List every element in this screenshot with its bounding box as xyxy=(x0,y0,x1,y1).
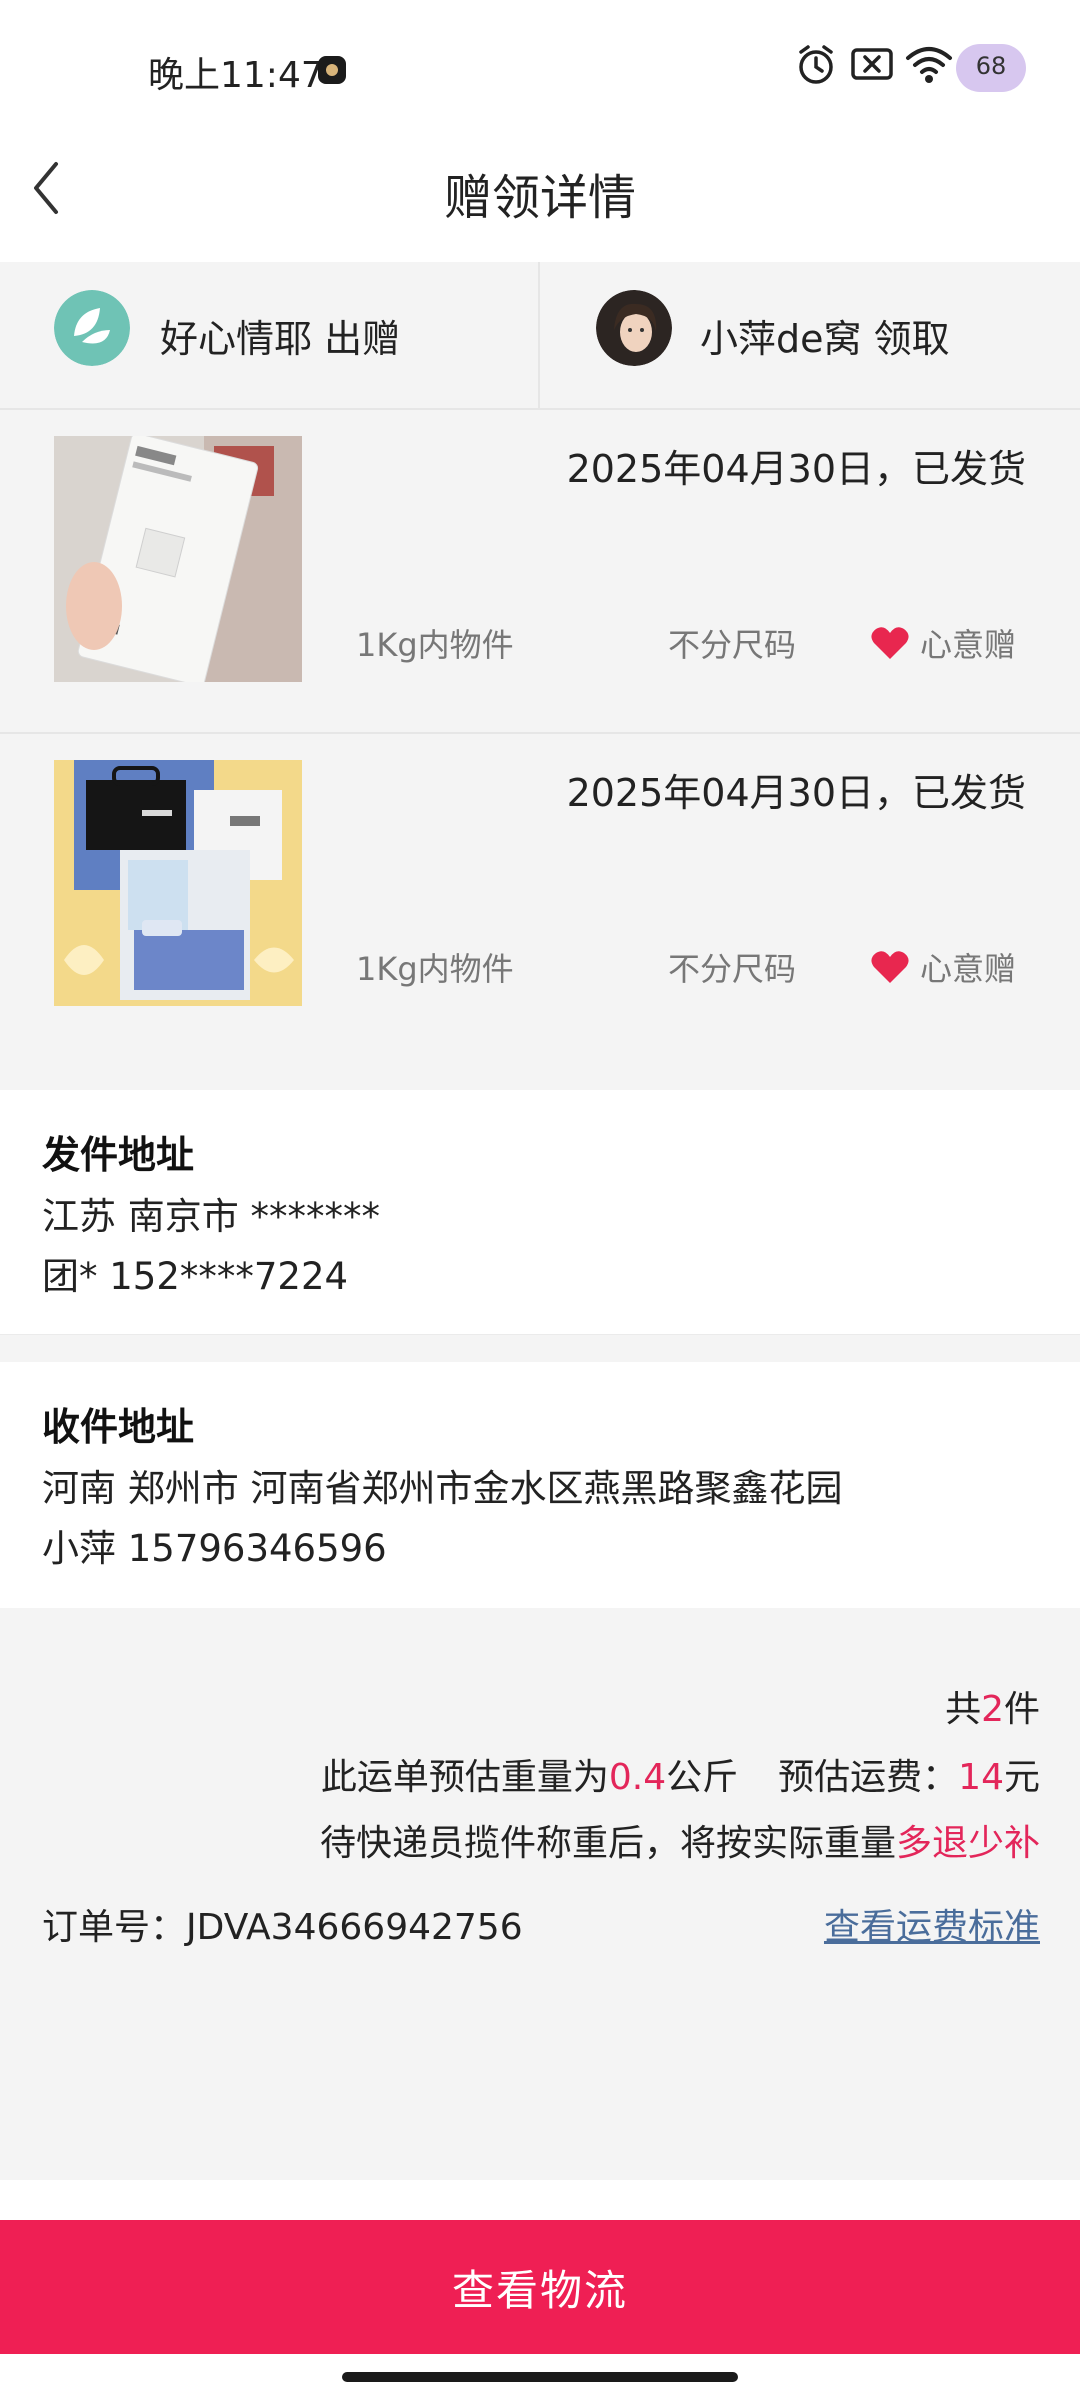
item-weight: 1Kg内物件 xyxy=(356,626,514,664)
order-number: 订单号：JDVA34666942756 xyxy=(42,1898,523,1950)
shipping-summary: 共2件 此运单预估重量为0.4公斤 预估运费：14元 待快递员揽件称重后，将按实际… xyxy=(0,1608,1080,2180)
receive-address-title: 收件地址 xyxy=(42,1405,195,1449)
send-address-title: 发件地址 xyxy=(42,1133,195,1177)
giver-label: 好心情耶 出赠 xyxy=(160,317,401,361)
fee-standard-link[interactable]: 查看运费标准 xyxy=(824,1898,1040,1950)
fee-unit: 元 xyxy=(1003,1757,1040,1798)
item-status: 2025年04月30日，已发货 xyxy=(566,771,1026,815)
receiver-avatar[interactable] xyxy=(596,290,672,366)
item-status: 2025年04月30日，已发货 xyxy=(566,447,1026,491)
view-logistics-button[interactable]: 查看物流 xyxy=(0,2220,1080,2354)
count-value: 2 xyxy=(981,1689,1004,1730)
status-time: 晚上11:47 xyxy=(148,55,324,96)
note-highlight: 多退少补 xyxy=(895,1823,1040,1864)
fee-prefix: 预估运费： xyxy=(778,1757,959,1798)
gift-item[interactable]: 2025年04月30日，已发货 1Kg内物件 不分尺码 心意赠 xyxy=(0,732,1080,1056)
item-weight: 1Kg内物件 xyxy=(356,950,514,988)
gift-type-label: 心意赠 xyxy=(920,950,1017,988)
section-divider xyxy=(0,1334,1080,1363)
receive-address-contact: 小萍 15796346596 xyxy=(42,1527,387,1570)
count-suffix: 件 xyxy=(1003,1689,1040,1730)
gift-detail-panel: 好心情耶 出赠 小萍de窝 领取 2025年04月30日，已发货 1Kg内物件 … xyxy=(0,262,1080,1090)
heart-icon xyxy=(871,951,909,983)
item-gift-type: 心意赠 xyxy=(870,944,1016,990)
parties-row: 好心情耶 出赠 小萍de窝 领取 xyxy=(0,262,1080,410)
gift-item[interactable]: 2025年04月30日，已发货 1Kg内物件 不分尺码 心意赠 xyxy=(0,408,1080,734)
battery-level: 68 xyxy=(975,52,1007,80)
giver-avatar[interactable] xyxy=(54,290,130,366)
item-image[interactable] xyxy=(54,760,302,1006)
note-prefix: 待快递员揽件称重后，将按实际重量 xyxy=(319,1823,896,1864)
send-address-contact: 团* 152****7224 xyxy=(42,1255,349,1298)
item-gift-type: 心意赠 xyxy=(870,620,1016,666)
notification-app-icon xyxy=(318,56,346,84)
item-image[interactable] xyxy=(54,436,302,682)
order-value: JDVA34666942756 xyxy=(186,1907,523,1948)
weigh-note: 待快递员揽件称重后，将按实际重量多退少补 xyxy=(320,1814,1040,1866)
heart-icon xyxy=(871,627,909,659)
order-label: 订单号： xyxy=(42,1907,187,1948)
wifi-icon xyxy=(906,47,952,83)
weight-prefix: 此运单预估重量为 xyxy=(320,1757,609,1798)
giver-cell[interactable]: 好心情耶 出赠 xyxy=(0,262,540,408)
header: 赠领详情 xyxy=(0,120,1080,260)
weight-fee-line: 此运单预估重量为0.4公斤 预估运费：14元 xyxy=(321,1748,1040,1800)
receiver-label: 小萍de窝 领取 xyxy=(700,317,950,361)
status-bar: 晚上11:47 68 xyxy=(0,0,1080,140)
fee-value: 14 xyxy=(958,1757,1004,1798)
view-logistics-label: 查看物流 xyxy=(451,2265,628,2315)
receiver-cell[interactable]: 小萍de窝 领取 xyxy=(540,262,1078,408)
count-prefix: 共 xyxy=(945,1689,982,1730)
home-indicator[interactable] xyxy=(342,2372,738,2382)
gift-type-label: 心意赠 xyxy=(920,626,1017,664)
weight-unit: 公斤 xyxy=(666,1757,739,1798)
weight-value: 0.4 xyxy=(608,1757,667,1798)
page-title: 赠领详情 xyxy=(443,170,636,226)
no-sim-icon xyxy=(851,48,893,80)
send-address-region: 江苏 南京市 ******* xyxy=(42,1195,381,1238)
item-count: 共2件 xyxy=(945,1680,1040,1732)
receive-address-section: 收件地址 河南 郑州市 河南省郑州市金水区燕黑路聚鑫花园 小萍 15796346… xyxy=(0,1362,1080,1608)
receive-address-region: 河南 郑州市 河南省郑州市金水区燕黑路聚鑫花园 xyxy=(42,1467,843,1510)
send-address-section: 发件地址 江苏 南京市 ******* 团* 152****7224 xyxy=(0,1090,1080,1334)
battery-indicator: 68 xyxy=(956,44,1026,92)
item-size: 不分尺码 xyxy=(668,626,797,664)
alarm-icon xyxy=(799,45,833,84)
item-size: 不分尺码 xyxy=(668,950,797,988)
